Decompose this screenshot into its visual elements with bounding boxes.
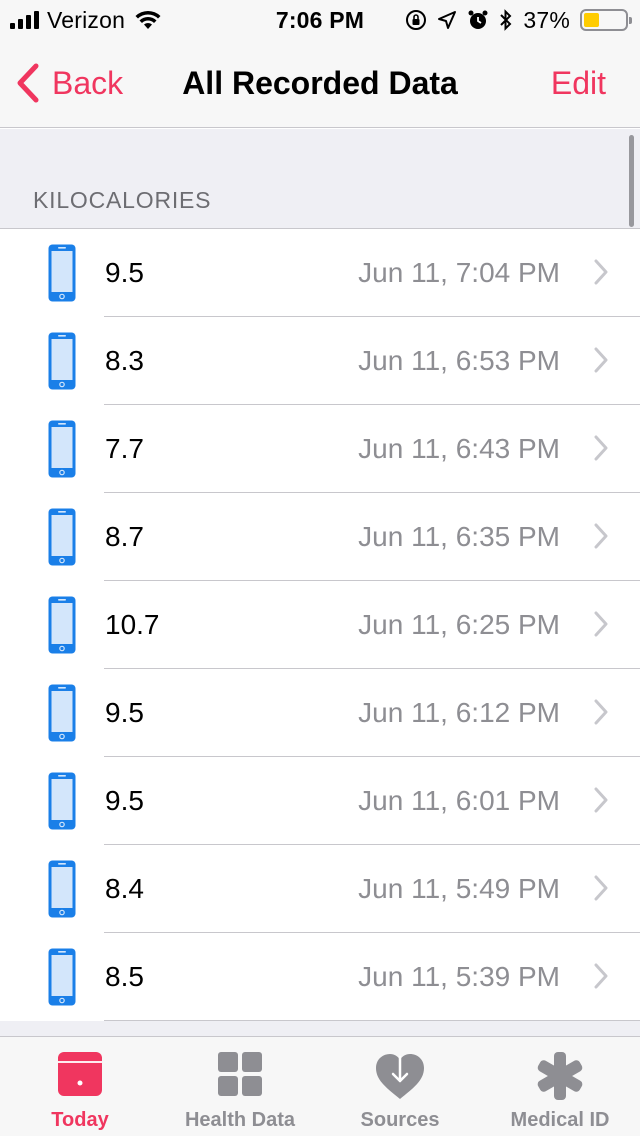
tab-medical-id-label: Medical ID — [510, 1109, 610, 1131]
tab-health-data-label: Health Data — [184, 1109, 296, 1131]
recorded-data-list-view[interactable]: KILOCALORIES 9.5 Jun 11, 7:04 PM 8.3 Jun 11… — [0, 129, 640, 1036]
battery-percent: 37% — [523, 6, 570, 33]
navigation-bar: Back All Recorded Data Edit — [0, 40, 640, 128]
chevron-right-icon — [594, 435, 608, 461]
list-item[interactable]: 8.5 Jun 11, 5:39 PM — [0, 933, 640, 1021]
row-date: Jun 11, 6:53 PM — [358, 345, 560, 376]
chevron-right-icon — [594, 875, 608, 901]
status-bar: Verizon 7:06 PM 37% — [0, 0, 640, 40]
row-value: 7.7 — [105, 433, 144, 464]
sources-icon — [376, 1054, 424, 1099]
list-item[interactable]: 8.3 Jun 11, 6:53 PM — [0, 317, 640, 405]
chevron-right-icon — [594, 787, 608, 813]
row-date: Jun 11, 6:43 PM — [358, 433, 560, 464]
row-date: Jun 11, 6:01 PM — [358, 785, 560, 816]
row-value: 9.5 — [105, 257, 144, 288]
battery-fill — [584, 13, 599, 27]
iphone-icon — [48, 420, 76, 478]
tab-bar: Today Health Data Sources Medical ID — [0, 1036, 640, 1136]
chevron-right-icon — [594, 963, 608, 989]
chevron-left-icon — [17, 63, 39, 103]
section-header-label: KILOCALORIES — [33, 187, 212, 213]
tab-sources-label: Sources — [360, 1109, 440, 1131]
row-date: Jun 11, 7:04 PM — [358, 257, 560, 288]
tab-today[interactable]: Today — [0, 1037, 160, 1136]
back-button[interactable]: Back — [16, 60, 123, 106]
iphone-icon — [48, 684, 76, 742]
location-icon — [438, 11, 457, 29]
row-date: Jun 11, 6:35 PM — [358, 521, 560, 552]
tab-health-data[interactable]: Health Data — [160, 1037, 320, 1136]
iphone-icon — [48, 508, 76, 566]
back-label: Back — [52, 64, 124, 101]
iphone-icon — [48, 332, 76, 390]
row-date: Jun 11, 5:49 PM — [358, 873, 560, 904]
tab-medical-id[interactable]: Medical ID — [480, 1037, 640, 1136]
row-date: Jun 11, 6:25 PM — [358, 609, 560, 640]
iphone-icon — [48, 244, 76, 302]
list-item[interactable]: 9.5 Jun 11, 6:12 PM — [0, 669, 640, 757]
status-right: 37% — [405, 6, 632, 34]
section-header: KILOCALORIES — [0, 129, 640, 228]
list-item[interactable]: 7.7 Jun 11, 6:43 PM — [0, 405, 640, 493]
iphone-icon — [48, 948, 76, 1006]
bluetooth-icon — [500, 9, 512, 31]
row-date: Jun 11, 6:12 PM — [358, 697, 560, 728]
tab-today-label: Today — [51, 1109, 109, 1131]
list-item[interactable]: 8.4 Jun 11, 5:49 PM — [0, 845, 640, 933]
battery-icon — [580, 9, 632, 31]
iphone-icon — [48, 596, 76, 654]
alarm-icon — [468, 10, 488, 29]
row-value: 10.7 — [105, 609, 160, 640]
list-item[interactable]: 9.5 Jun 11, 7:04 PM — [0, 229, 640, 317]
medical-id-icon — [537, 1052, 583, 1100]
chevron-right-icon — [594, 259, 608, 285]
chevron-right-icon — [594, 523, 608, 549]
screen: Verizon 7:06 PM 37% Back All Recorded Da… — [0, 0, 640, 1136]
row-value: 8.5 — [105, 961, 144, 992]
tab-sources[interactable]: Sources — [320, 1037, 480, 1136]
row-date: Jun 11, 5:39 PM — [358, 961, 560, 992]
list-item[interactable]: 8.7 Jun 11, 6:35 PM — [0, 493, 640, 581]
row-value: 8.3 — [105, 345, 144, 376]
list-item[interactable]: 10.7 Jun 11, 6:25 PM — [0, 581, 640, 669]
iphone-icon — [48, 772, 76, 830]
iphone-icon — [48, 860, 76, 918]
data-list: 9.5 Jun 11, 7:04 PM 8.3 Jun 11, 6:53 PM 7.7 J… — [0, 228, 640, 1021]
row-value: 8.7 — [105, 521, 144, 552]
edit-button[interactable]: Edit — [551, 60, 606, 106]
list-item[interactable]: 9.5 Jun 11, 6:01 PM — [0, 757, 640, 845]
row-value: 9.5 — [105, 785, 144, 816]
chevron-right-icon — [594, 347, 608, 373]
row-value: 9.5 — [105, 697, 144, 728]
battery-nub — [629, 17, 632, 24]
orientation-lock-icon — [406, 10, 427, 30]
chevron-right-icon — [594, 611, 608, 637]
today-icon — [58, 1052, 102, 1096]
row-value: 8.4 — [105, 873, 144, 904]
health-data-icon — [218, 1052, 262, 1096]
chevron-right-icon — [594, 699, 608, 725]
